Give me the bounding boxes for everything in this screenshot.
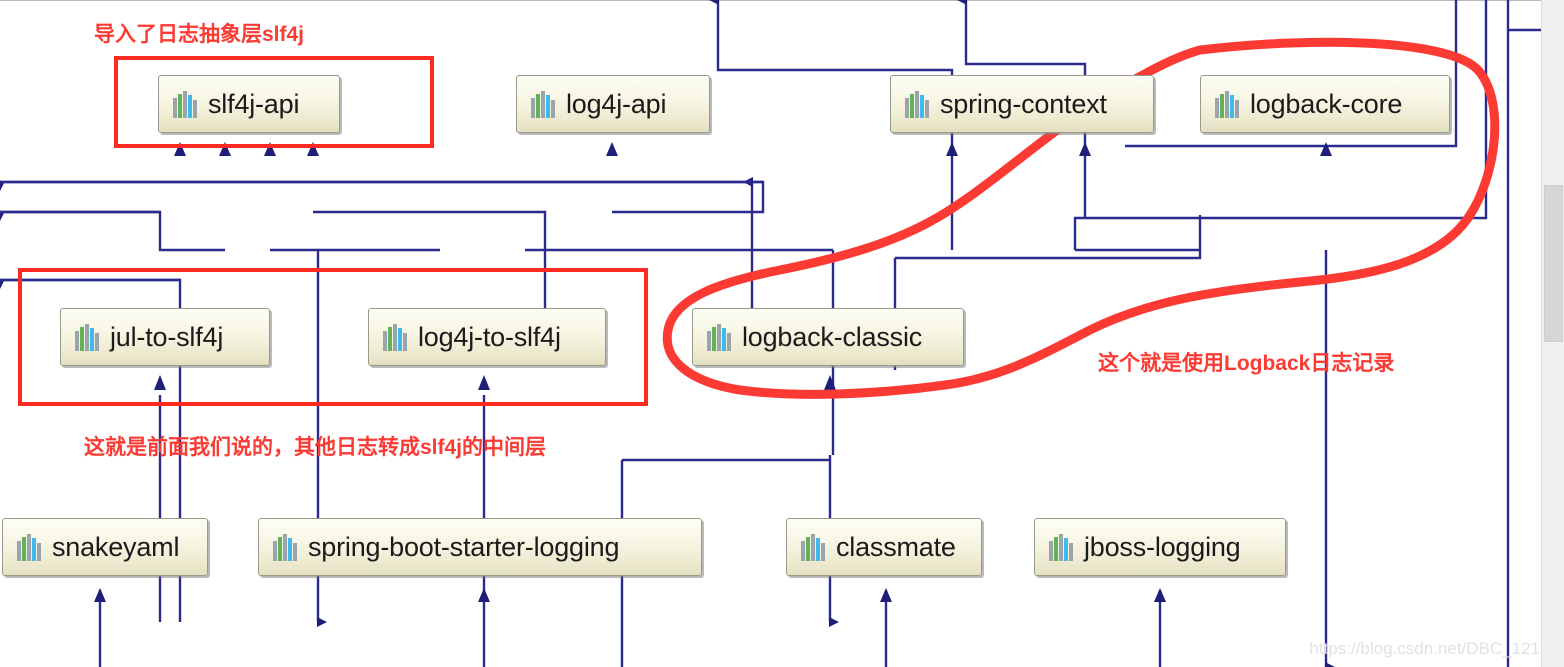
vertical-scrollbar-thumb[interactable]: [1544, 185, 1563, 342]
node-spring-context[interactable]: spring-context: [890, 75, 1154, 133]
jar-bars-icon: [801, 533, 827, 561]
node-logback-classic[interactable]: logback-classic: [692, 308, 964, 366]
node-log4j-api[interactable]: log4j-api: [516, 75, 710, 133]
node-classmate[interactable]: classmate: [786, 518, 982, 576]
node-jul-to-slf4j[interactable]: jul-to-slf4j: [60, 308, 270, 366]
node-label: slf4j-api: [208, 88, 300, 119]
node-logback-core[interactable]: logback-core: [1200, 75, 1450, 133]
node-jboss-logging[interactable]: jboss-logging: [1034, 518, 1286, 576]
node-label: jboss-logging: [1084, 531, 1241, 562]
node-label: logback-core: [1250, 88, 1403, 119]
note-logback-usage: 这个就是使用Logback日志记录: [1098, 352, 1395, 375]
node-label: spring-boot-starter-logging: [308, 531, 620, 562]
jar-bars-icon: [1049, 533, 1075, 561]
csdn-watermark: https://blog.csdn.net/DBC_121: [1309, 639, 1540, 658]
node-label: logback-classic: [742, 321, 923, 352]
jar-bars-icon: [173, 90, 199, 118]
node-label: classmate: [836, 531, 956, 562]
node-slf4j-api[interactable]: slf4j-api: [158, 75, 340, 133]
window-top-border: [0, 0, 1564, 1]
node-snakeyaml[interactable]: snakeyaml: [2, 518, 208, 576]
note-bridge-layer: 这就是前面我们说的，其他日志转成slf4j的中间层: [84, 436, 547, 459]
jar-bars-icon: [383, 323, 409, 351]
node-label: log4j-to-slf4j: [418, 321, 561, 352]
node-label: jul-to-slf4j: [110, 321, 224, 352]
jar-bars-icon: [273, 533, 299, 561]
vertical-scrollbar-track[interactable]: [1541, 0, 1564, 667]
jar-bars-icon: [707, 323, 733, 351]
jar-bars-icon: [1215, 90, 1241, 118]
node-label: log4j-api: [566, 88, 667, 119]
node-label: snakeyaml: [52, 531, 180, 562]
node-label: spring-context: [940, 88, 1107, 119]
jar-bars-icon: [75, 323, 101, 351]
jar-bars-icon: [17, 533, 43, 561]
jar-bars-icon: [905, 90, 931, 118]
jar-bars-icon: [531, 90, 557, 118]
node-log4j-to-slf4j[interactable]: log4j-to-slf4j: [368, 308, 606, 366]
note-slf4j-abstraction: 导入了日志抽象层slf4j: [94, 23, 305, 46]
diagram-canvas: slf4j-api log4j-api spring-context logba…: [0, 0, 1564, 667]
node-spring-boot-starter-logging[interactable]: spring-boot-starter-logging: [258, 518, 702, 576]
